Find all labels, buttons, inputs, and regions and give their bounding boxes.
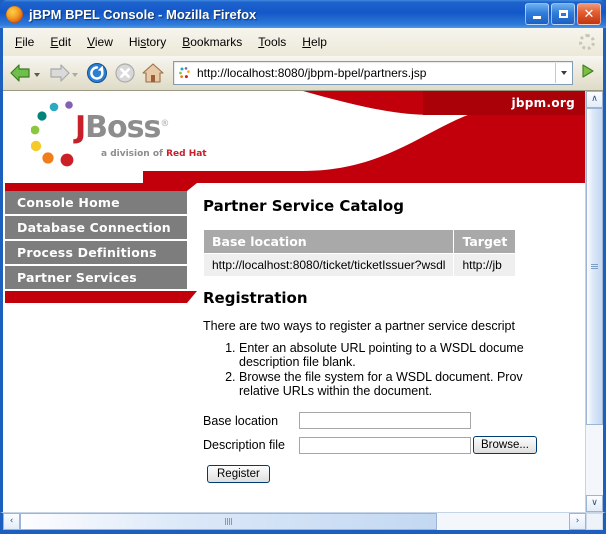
scroll-left-button[interactable]: ‹ — [3, 513, 20, 530]
close-button[interactable]: ✕ — [577, 3, 601, 25]
window-bottom-edge — [0, 530, 606, 534]
back-dropdown-icon[interactable] — [34, 73, 40, 77]
home-button[interactable] — [139, 61, 167, 85]
url-text[interactable]: http://localhost:8080/jbpm-bpel/partners… — [197, 66, 555, 80]
cell-target: http://jb — [454, 254, 516, 276]
stop-icon — [113, 61, 137, 85]
scroll-right-button[interactable]: › — [569, 513, 586, 530]
chevron-down-icon: ∨ — [591, 498, 598, 508]
scroll-grip-icon — [591, 263, 598, 270]
go-button[interactable] — [577, 62, 599, 84]
web-page: jbpm.org JBoss® a division of Red Hat Co… — [3, 91, 585, 512]
horizontal-scroll-thumb[interactable] — [20, 513, 438, 530]
maximize-icon — [558, 10, 568, 18]
description-file-row: Description file Browse... — [203, 436, 585, 454]
sidebar-item-database-connection[interactable]: Database Connection — [5, 216, 187, 241]
browser-window: jBPM BPEL Console - Mozilla Firefox ✕ Fi… — [0, 0, 606, 534]
description-file-label: Description file — [203, 438, 285, 452]
menu-bookmarks[interactable]: Bookmarks — [174, 32, 250, 52]
reload-button[interactable] — [83, 61, 111, 85]
registration-intro: There are two ways to register a partner… — [203, 319, 515, 333]
forward-arrow-icon — [47, 62, 71, 84]
scrollbar-corner — [586, 513, 603, 530]
vertical-scroll-track[interactable] — [586, 108, 603, 495]
navigation-toolbar: http://localhost:8080/jbpm-bpel/partners… — [3, 56, 603, 91]
site-favicon-icon — [177, 65, 193, 81]
go-arrow-icon — [579, 62, 597, 85]
back-arrow-icon — [9, 62, 33, 84]
minimize-button[interactable] — [525, 3, 549, 25]
partner-service-table: Base location Target http://localhost:80… — [203, 229, 516, 277]
table-header-row: Base location Target — [204, 230, 516, 253]
list-item: Enter an absolute URL pointing to a WSDL… — [239, 341, 585, 369]
page-body: Console Home Database Connection Process… — [3, 183, 585, 483]
window-controls: ✕ — [525, 3, 604, 25]
throbber-icon — [579, 34, 595, 50]
sidebar-top-accent — [5, 183, 197, 191]
registration-steps-list: Enter an absolute URL pointing to a WSDL… — [203, 341, 585, 398]
forward-button — [45, 62, 83, 84]
horizontal-scrollbar[interactable]: ‹ › — [0, 512, 606, 530]
stop-button — [111, 61, 139, 85]
jboss-tagline: a division of Red Hat — [101, 149, 207, 159]
home-icon — [141, 61, 165, 85]
cell-base-location: http://localhost:8080/ticket/ticketIssue… — [204, 254, 454, 276]
menu-help[interactable]: Help — [294, 32, 335, 52]
menu-file[interactable]: File — [7, 32, 42, 52]
browse-button[interactable]: Browse... — [473, 436, 537, 454]
title-bar: jBPM BPEL Console - Mozilla Firefox ✕ — [0, 0, 606, 28]
list-item: Browse the file system for a WSDL docume… — [239, 370, 585, 398]
menu-view[interactable]: View — [79, 32, 121, 52]
vertical-scroll-thumb[interactable] — [586, 108, 603, 426]
menu-edit[interactable]: Edit — [42, 32, 79, 52]
page-header-banner: jbpm.org JBoss® a division of Red Hat — [3, 91, 585, 183]
registration-heading: Registration — [203, 289, 308, 307]
reload-icon — [85, 61, 109, 85]
description-file-input[interactable] — [299, 436, 471, 454]
table-row: http://localhost:8080/ticket/ticketIssue… — [204, 254, 516, 276]
sidebar-bottom-accent — [5, 291, 197, 303]
site-tag-label: jbpm.org — [511, 96, 575, 110]
menu-history[interactable]: History — [121, 32, 174, 52]
main-content: Partner Service Catalog Base location Ta… — [187, 183, 585, 483]
close-icon: ✕ — [583, 6, 595, 22]
scroll-grip-icon — [225, 518, 233, 525]
chevron-down-icon — [561, 71, 567, 75]
base-location-input[interactable] — [299, 412, 471, 429]
column-header-target: Target — [454, 230, 516, 253]
horizontal-scroll-track[interactable] — [20, 513, 569, 530]
maximize-button[interactable] — [551, 3, 575, 25]
back-button[interactable] — [7, 62, 45, 84]
column-header-base-location: Base location — [204, 230, 454, 253]
jboss-wordmark: JBoss® — [75, 110, 169, 145]
page-title: Partner Service Catalog — [203, 197, 404, 215]
chevron-left-icon: ‹ — [9, 516, 14, 526]
forward-dropdown-icon — [72, 73, 78, 77]
scroll-down-button[interactable]: ∨ — [586, 495, 603, 512]
content-viewport: jbpm.org JBoss® a division of Red Hat Co… — [0, 91, 606, 512]
chevron-up-icon: ∧ — [591, 94, 598, 104]
window-title: jBPM BPEL Console - Mozilla Firefox — [29, 6, 257, 22]
sidebar-item-process-definitions[interactable]: Process Definitions — [5, 241, 187, 266]
scroll-up-button[interactable]: ∧ — [586, 91, 603, 108]
vertical-scrollbar[interactable]: ∧ ∨ — [585, 91, 603, 512]
address-dropdown-button[interactable] — [555, 63, 572, 83]
menu-tools[interactable]: Tools — [250, 32, 294, 52]
register-button[interactable]: Register — [207, 465, 270, 483]
chevron-right-icon: › — [575, 516, 580, 526]
sidebar-item-console-home[interactable]: Console Home — [5, 191, 187, 216]
sidebar-item-partner-services[interactable]: Partner Services — [5, 266, 187, 291]
jboss-logo: JBoss® a division of Red Hat — [31, 101, 211, 173]
browser-chrome: File Edit View History Bookmarks Tools H… — [0, 28, 606, 91]
sidebar-nav: Console Home Database Connection Process… — [3, 183, 197, 303]
firefox-icon — [6, 5, 23, 23]
base-location-row: Base location — [203, 412, 585, 429]
minimize-icon — [533, 16, 541, 19]
address-bar[interactable]: http://localhost:8080/jbpm-bpel/partners… — [173, 61, 573, 85]
menu-bar: File Edit View History Bookmarks Tools H… — [3, 28, 603, 56]
base-location-label: Base location — [203, 413, 279, 428]
